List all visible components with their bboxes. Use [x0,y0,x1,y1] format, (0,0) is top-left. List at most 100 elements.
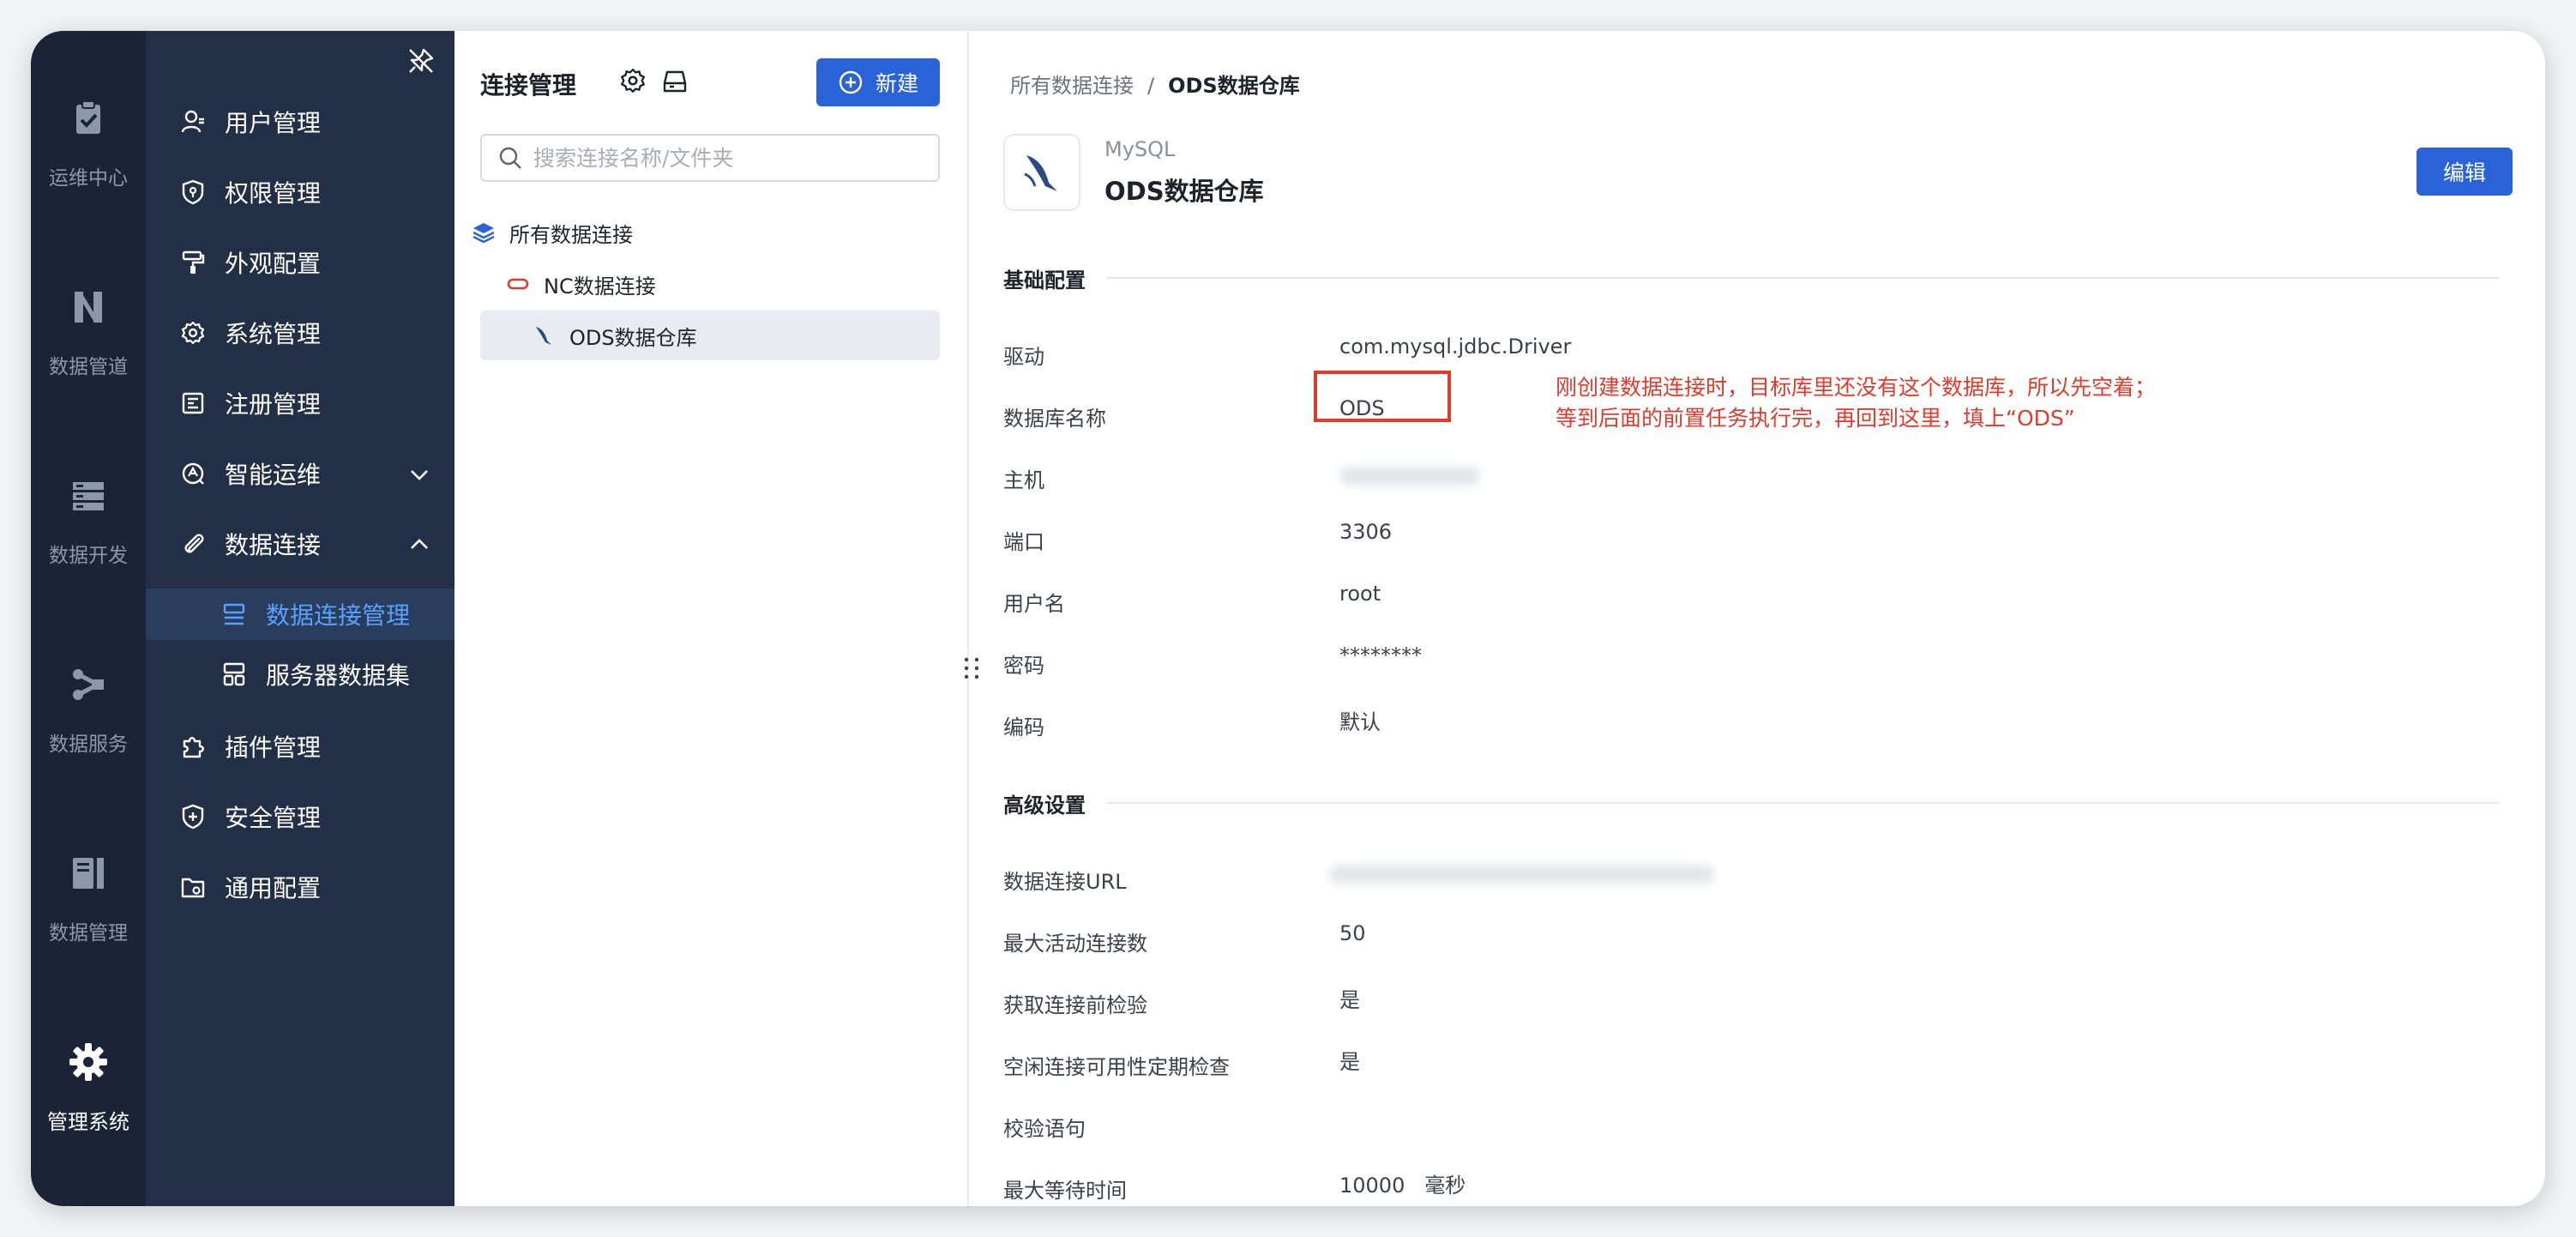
sidebar-item-label: 插件管理 [225,733,322,762]
drive-icon[interactable] [662,69,688,94]
sidebar-item-general-config[interactable]: 通用配置 [146,861,454,913]
redacted-url [1329,865,1715,884]
search-icon [499,147,521,169]
clipboard-check-icon [76,100,100,134]
connection-detail-panel: 所有数据连接 / ODS数据仓库 MySQL ODS数据仓库 编辑 基础配置 驱动 … [969,31,2545,1206]
breadcrumb-current: ODS数据仓库 [1168,74,1300,98]
breadcrumb: 所有数据连接 / ODS数据仓库 [1010,69,1300,99]
field-label: 最大等待时间 [1003,1179,1127,1203]
rail-item-data-management[interactable]: 数据管理 [31,830,146,968]
rail-item-label: 数据开发 [49,545,128,567]
app-rail: 运维中心 数据管道 数据开发 数据服务 数据管理 管理系统 [31,31,146,1206]
sidebar-item-label: 系统管理 [225,320,322,348]
section-title: 高级设置 [1003,793,1086,818]
rail-item-label: 数据管理 [49,922,128,944]
shield-icon [182,179,204,205]
field-label: 空闲连接可用性定期检查 [1003,1055,1230,1079]
panel-title: 连接管理 [480,71,577,100]
field-value: 默认 [1339,710,1381,734]
breadcrumb-root[interactable]: 所有数据连接 [1010,74,1134,98]
field-value: 是 [1339,1050,1360,1074]
mysql-dolphin-icon [1024,155,1057,191]
sidebar-item-system-management[interactable]: 系统管理 [146,307,454,359]
plus-circle-icon [839,70,863,94]
annotation-highlight-box [1314,371,1451,422]
section-divider [1106,802,2499,804]
field-label: 最大活动连接数 [1003,932,1147,956]
field-label: 用户名 [1003,592,1065,616]
tree-item-label: NC数据连接 [544,274,656,299]
shield-plus-icon [182,804,204,830]
paperclip-icon [184,534,204,553]
field-value: ******** [1339,643,1422,667]
tree-item-nc-connection[interactable]: NC数据连接 [480,259,940,309]
sidebar-item-user-management[interactable]: 用户管理 [146,96,454,148]
layers-icon [472,223,495,244]
connection-icon [223,603,245,625]
chevron-up-icon[interactable] [408,534,430,556]
gear-icon [69,1042,107,1081]
rail-item-data-dev[interactable]: 数据开发 [31,453,146,590]
tree-item-all-connections[interactable]: 所有数据连接 [472,208,931,257]
search-box[interactable] [480,134,940,182]
rail-item-ops-center[interactable]: 运维中心 [31,75,146,213]
sidebar-item-appearance-config[interactable]: 外观配置 [146,237,454,288]
connection-name: ODS数据仓库 [1104,177,1264,206]
field-value: 10000 毫秒 [1339,1174,1466,1198]
sidebar-item-data-connection[interactable]: 数据连接 [146,518,454,570]
section-divider [1106,277,2499,279]
rail-item-management-system[interactable]: 管理系统 [31,1019,146,1156]
search-input[interactable] [533,145,928,171]
sidebar-item-label: 智能运维 [225,461,322,489]
rail-item-data-service[interactable]: 数据服务 [31,642,146,779]
redacted-host [1339,467,1480,486]
rail-item-data-pipeline[interactable]: 数据管道 [31,264,146,401]
field-value: 是 [1339,988,1360,1012]
pipeline-icon [75,292,102,323]
breadcrumb-separator: / [1147,74,1155,98]
sidebar-item-intelligent-ops[interactable]: 智能运维 [146,448,454,499]
server-stack-icon [73,482,104,510]
section-basic-config: 基础配置 [1003,261,2499,295]
field-label: 校验语句 [1003,1117,1086,1141]
sidebar-item-label: 数据连接管理 [266,601,411,630]
sidebar-item-label: 权限管理 [225,179,322,208]
tree-item-label: 所有数据连接 [509,222,633,247]
section-advanced-settings: 高级设置 [1003,786,2499,820]
sidebar-item-label: 服务器数据集 [266,661,411,690]
rail-item-label: 运维中心 [49,167,128,190]
puzzle-icon [183,737,204,758]
server-dataset-icon [223,662,245,686]
mysql-icon [536,327,551,345]
sidebar-item-plugin-management[interactable]: 插件管理 [146,721,454,772]
field-label: 密码 [1003,654,1044,678]
tree-item-ods-warehouse[interactable]: ODS数据仓库 [480,311,940,360]
app-window: 运维中心 数据管道 数据开发 数据服务 数据管理 管理系统 用户管理 权限管理 … [31,31,2545,1206]
paint-roller-icon [182,250,205,274]
field-value: root [1339,582,1381,606]
edit-button[interactable]: 编辑 [2417,148,2513,196]
sidebar-item-permission-management[interactable]: 权限管理 [146,166,454,218]
sidebar-item-label: 注册管理 [225,390,322,419]
pin-icon[interactable] [406,46,436,75]
sidebar-item-server-dataset[interactable]: 服务器数据集 [146,649,454,700]
new-connection-button[interactable]: 新建 [816,58,940,106]
sidebar-item-label: 通用配置 [225,874,322,902]
field-value: 3306 [1339,520,1393,544]
field-label: 数据库名称 [1003,407,1106,431]
settings-gear-icon[interactable] [619,67,647,94]
new-button-label: 新建 [875,71,918,96]
sidebar-item-label: 用户管理 [225,109,322,137]
oracle-icon [507,278,529,290]
ai-ops-icon [182,462,204,485]
field-label: 驱动 [1003,345,1044,369]
chevron-down-icon[interactable] [408,463,430,486]
sidebar-item-security-management[interactable]: 安全管理 [146,791,454,842]
annotation-note: 刚创建数据连接时，目标库里还没有这个数据库，所以先空着； 等到后面的前置任务执行… [1556,372,2310,434]
sidebar-item-registration-management[interactable]: 注册管理 [146,377,454,429]
field-label: 端口 [1003,530,1044,554]
sidebar-item-label: 数据连接 [225,531,322,559]
flow-icon [73,669,104,700]
rail-item-label: 管理系统 [47,1109,129,1134]
sidebar-item-data-connection-management[interactable]: 数据连接管理 [146,588,454,640]
